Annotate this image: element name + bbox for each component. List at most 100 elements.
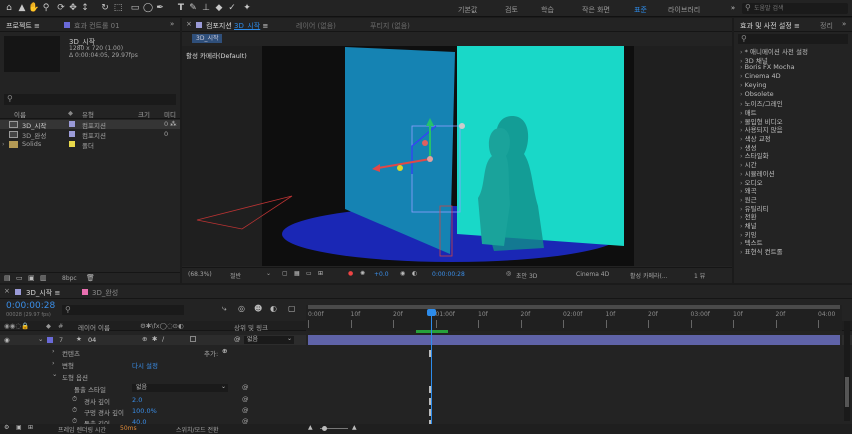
- new-folder-icon[interactable]: ▭: [16, 274, 23, 282]
- workspace-libraries[interactable]: 라이브러리: [668, 5, 700, 15]
- tab-timeline-complete[interactable]: 3D_완성: [92, 288, 118, 298]
- timeline-scrollbar[interactable]: [844, 321, 850, 421]
- tab-effects-presets[interactable]: 효과 및 사전 설정 ≡: [740, 21, 800, 31]
- zoom-level[interactable]: (68.3%): [188, 271, 212, 278]
- panel-menu-icon[interactable]: »: [842, 20, 846, 28]
- view-select[interactable]: 활성 카메라(...: [630, 271, 668, 280]
- zoom-out-icon[interactable]: ▲: [308, 424, 313, 431]
- draft-3d-label[interactable]: 초안 3D: [516, 271, 537, 280]
- home-icon[interactable]: ⌂: [4, 3, 14, 13]
- track-area[interactable]: [306, 330, 842, 433]
- current-time-indicator[interactable]: [431, 311, 432, 433]
- pick-whip-icon[interactable]: @: [242, 383, 249, 391]
- workspace-review[interactable]: 검토: [505, 5, 518, 15]
- column-size[interactable]: 크기: [138, 109, 150, 119]
- rotation-tool-icon[interactable]: ↻: [100, 3, 110, 13]
- playhead-handle[interactable]: [427, 309, 436, 316]
- comp-timecode[interactable]: 0:00:00:28: [432, 271, 465, 278]
- zoom-slider-handle[interactable]: [322, 426, 327, 431]
- reset-link[interactable]: 다시 설정: [132, 360, 158, 370]
- layer-name[interactable]: 04: [88, 336, 96, 344]
- transparency-grid-icon[interactable]: ▦: [294, 270, 300, 277]
- layer-switch-icon[interactable]: ⊕: [142, 335, 147, 343]
- help-search-input[interactable]: [754, 4, 844, 13]
- toggle-modes-icon[interactable]: ▣: [16, 424, 22, 431]
- workspace-default[interactable]: 기본값: [458, 5, 477, 15]
- toggle-switches-modes[interactable]: 스위치/모드 전환: [176, 425, 219, 434]
- project-item[interactable]: 3D_완성 컴포지션 0: [0, 130, 180, 140]
- exposure-icon[interactable]: ✺: [360, 270, 365, 277]
- brush-tool-icon[interactable]: ✎: [188, 3, 198, 13]
- effects-category[interactable]: › Keying: [740, 81, 767, 89]
- layer-duration-bar[interactable]: [308, 335, 840, 345]
- time-ruler[interactable]: 0:00f 10f 20f 01:00f 10f 20f 02:00f 10f 20f 03:00…: [306, 305, 842, 331]
- chevron-right-icon[interactable]: »: [728, 3, 738, 13]
- close-icon[interactable]: ×: [186, 20, 192, 28]
- type-tool-icon[interactable]: T: [176, 3, 186, 13]
- effects-search-box[interactable]: ⚲: [738, 34, 848, 44]
- show-channel-icon[interactable]: ◐: [412, 270, 417, 277]
- renderer-select[interactable]: Cinema 4D: [576, 271, 609, 278]
- project-item[interactable]: 3D_시작 컴포지션 0 ⁂: [0, 120, 180, 130]
- tab-composition[interactable]: 컴포지션 3D_시작 ≡: [206, 21, 268, 31]
- bit-depth-label[interactable]: 8bpc: [62, 275, 77, 282]
- layer-label-swatch[interactable]: [47, 337, 53, 343]
- project-item[interactable]: › Solids 폴더: [0, 140, 180, 150]
- expand-arrow-icon[interactable]: ›: [52, 359, 55, 367]
- close-icon[interactable]: ×: [4, 287, 10, 295]
- pick-whip-icon[interactable]: @: [242, 406, 249, 414]
- grid-guide-icon[interactable]: ⊞: [318, 270, 323, 277]
- puppet-pin-tool-icon[interactable]: ✦: [242, 3, 252, 13]
- property-contents[interactable]: › 컨텐츠 추가: ⊕: [0, 347, 300, 358]
- expand-arrow-icon[interactable]: ⌄: [52, 370, 57, 378]
- pen-tool-icon[interactable]: ✒: [155, 3, 165, 13]
- column-layer-name[interactable]: 레이어 이름: [78, 322, 110, 332]
- expand-arrow-icon[interactable]: ›: [52, 347, 55, 355]
- pick-whip-icon[interactable]: @: [234, 335, 241, 343]
- zoom-tool-icon[interactable]: ⚲: [41, 3, 51, 13]
- trash-icon[interactable]: 🗑: [86, 274, 95, 282]
- tab-layer[interactable]: 레이어 (없음): [296, 21, 336, 31]
- 3d-layer-switch[interactable]: [190, 336, 196, 342]
- add-icon[interactable]: ⊕: [222, 347, 227, 355]
- property-value[interactable]: 2.0: [132, 396, 142, 404]
- project-search-input[interactable]: [16, 95, 166, 104]
- exposure-value[interactable]: +0.0: [374, 271, 389, 278]
- mask-tool-icon[interactable]: ▭: [130, 3, 140, 13]
- column-parent[interactable]: 상위 및 링크: [234, 322, 268, 332]
- tab-effect-controls[interactable]: 효과 컨트롤 01: [74, 21, 120, 31]
- effects-category[interactable]: › Obsolete: [740, 90, 774, 98]
- toggle-switches-icon[interactable]: ⚙: [4, 424, 9, 431]
- help-search-box[interactable]: ⚲: [742, 3, 848, 14]
- visibility-icon[interactable]: ◉: [4, 336, 10, 344]
- graph-editor-icon[interactable]: ▢: [288, 304, 296, 313]
- timeline-search-box[interactable]: ⚲: [62, 305, 184, 315]
- effects-category[interactable]: › 표현식 컨트롤: [740, 246, 783, 256]
- property-bevel-depth[interactable]: ⏱ 경사 깊이 2.0 @: [0, 395, 300, 406]
- tab-footage[interactable]: 푸티지 (없음): [370, 21, 410, 31]
- draft-3d-icon[interactable]: ◎: [238, 304, 245, 313]
- workspace-standard[interactable]: 표준: [634, 5, 647, 15]
- column-media[interactable]: 미디: [164, 109, 176, 119]
- property-geometry-options[interactable]: ⌄ 도형 옵션: [0, 370, 300, 382]
- orbit-tool-icon[interactable]: ⟳: [56, 3, 66, 13]
- motion-blur-icon[interactable]: ◐: [270, 304, 277, 313]
- region-of-interest-icon[interactable]: ▢: [282, 270, 288, 277]
- workspace-learn[interactable]: 학습: [541, 5, 554, 15]
- comp-flowchart-icon[interactable]: ⤷: [222, 304, 226, 314]
- effects-search-input[interactable]: [750, 35, 840, 43]
- timeline-search-input[interactable]: [74, 306, 174, 314]
- scrollbar-thumb[interactable]: [845, 377, 849, 407]
- views-count-select[interactable]: 1 뷰: [694, 271, 705, 280]
- tab-project[interactable]: 프로젝트 ≡: [6, 21, 40, 31]
- color-channel-icon[interactable]: ●: [348, 270, 353, 277]
- work-area-bar[interactable]: [308, 305, 840, 309]
- expand-arrow-icon[interactable]: ⌄: [38, 335, 43, 343]
- effects-category[interactable]: › Boris FX Mocha: [740, 63, 795, 71]
- current-time[interactable]: 0:00:00:28: [6, 301, 55, 311]
- selection-tool-icon[interactable]: ▲: [17, 3, 27, 13]
- clone-stamp-tool-icon[interactable]: ⊥: [201, 3, 211, 13]
- shy-layers-icon[interactable]: ☻: [254, 304, 262, 313]
- stopwatch-icon[interactable]: ⏱: [72, 395, 77, 404]
- resolution-select[interactable]: 절반: [230, 271, 241, 280]
